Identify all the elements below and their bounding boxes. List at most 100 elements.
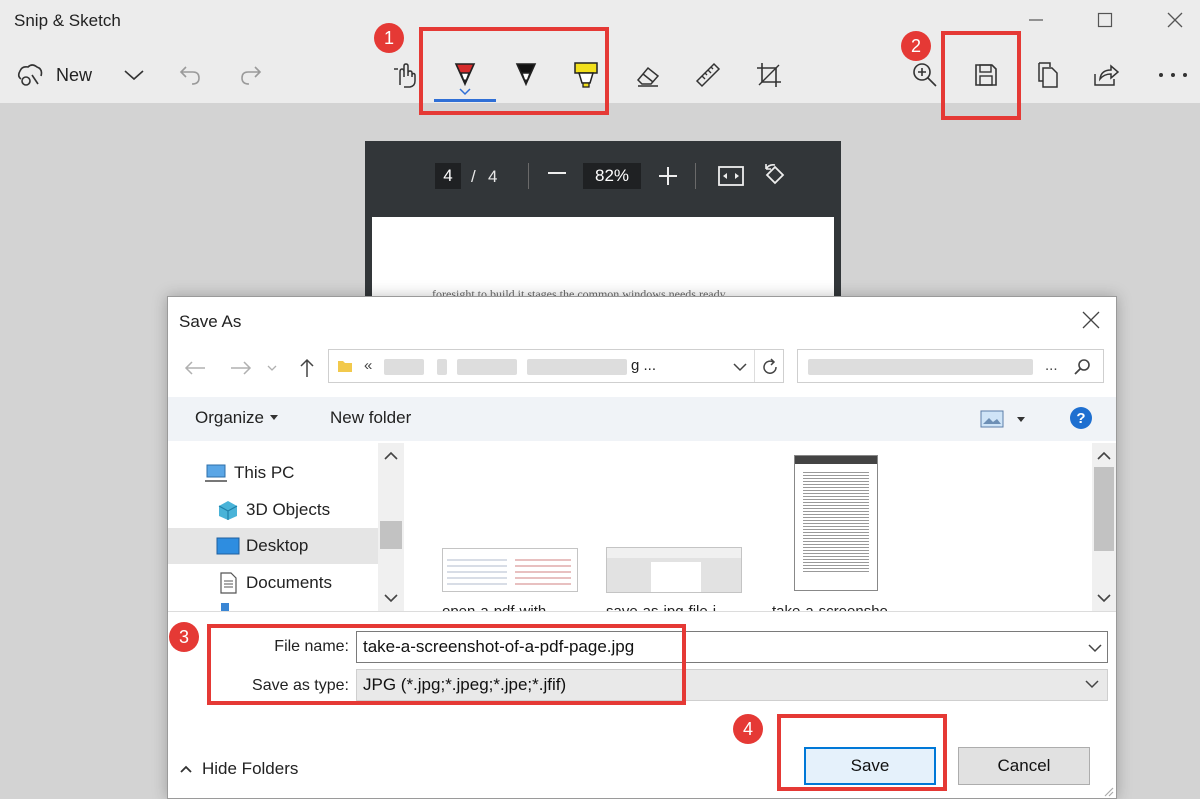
tree-item-label: Documents [246, 573, 332, 592]
partial-tree-item-icon [221, 603, 229, 611]
file-name[interactable]: take-a-screensho... [772, 603, 900, 611]
save-as-dialog: Save As « g ... ... Organize New folder … [167, 296, 1117, 799]
view-options-chevron-icon[interactable] [1017, 417, 1025, 423]
save-as-type-chevron-icon [1085, 680, 1099, 689]
new-snip-button[interactable]: New [16, 56, 96, 94]
thumb-content [651, 562, 701, 592]
minimize-icon[interactable] [1021, 6, 1051, 34]
forward-arrow-icon[interactable] [228, 355, 254, 381]
pdf-page-separator: / [471, 167, 476, 186]
step-badge-1: 1 [374, 23, 404, 53]
navigation-pane: This PC 3D Objects Desktop Documents [168, 443, 378, 611]
thumb-content [515, 555, 571, 585]
new-label: New [56, 64, 93, 85]
pdf-zoom-in-icon [659, 167, 677, 185]
eraser-icon[interactable] [630, 56, 666, 94]
tree-item-this-pc[interactable]: This PC [168, 455, 378, 491]
search-input[interactable]: ... [797, 349, 1104, 383]
crop-icon[interactable] [751, 56, 787, 94]
tree-item-label: 3D Objects [246, 500, 331, 519]
pdf-rotate-icon [765, 164, 785, 185]
address-dropdown-chevron-icon[interactable] [733, 362, 747, 372]
new-dropdown-chevron-icon[interactable] [116, 56, 152, 94]
scroll-up-arrow-icon[interactable] [1097, 451, 1111, 461]
file-name[interactable]: open-a-pdf-with... [442, 603, 559, 611]
documents-icon [220, 572, 237, 594]
file-list-scrollbar-thumb[interactable] [1094, 467, 1114, 551]
change-view-icon[interactable] [980, 410, 1004, 428]
touch-writing-icon[interactable] [387, 56, 423, 94]
computer-icon [205, 464, 227, 482]
file-list: open-a-pdf-with... save-as-jpg-file-i...… [408, 443, 1092, 611]
scroll-up-arrow-icon[interactable] [384, 451, 398, 461]
captured-pdf-viewer: 4 / 4 82% foresight to build it stages t… [365, 141, 841, 307]
copy-icon[interactable] [1029, 56, 1065, 94]
file-name[interactable]: save-as-jpg-file-i... [606, 603, 729, 611]
help-icon[interactable]: ? [1069, 406, 1093, 430]
address-tail: g ... [631, 357, 657, 374]
more-icon[interactable] [1155, 56, 1191, 94]
search-icon[interactable] [1074, 358, 1092, 376]
tree-item-3d-objects[interactable]: 3D Objects [168, 492, 378, 528]
search-tail: ... [1045, 357, 1058, 374]
tree-item-documents[interactable]: Documents [168, 565, 378, 601]
tree-item-desktop[interactable]: Desktop [168, 528, 378, 564]
maximize-icon[interactable] [1090, 6, 1120, 34]
navigation-scrollbar[interactable] [378, 443, 404, 611]
cancel-button[interactable]: Cancel [958, 747, 1090, 785]
scroll-down-arrow-icon[interactable] [1097, 593, 1111, 603]
share-icon[interactable] [1088, 56, 1124, 94]
recent-locations-chevron-icon[interactable] [264, 355, 280, 381]
redacted-search-text [808, 359, 1033, 375]
step-badge-4: 4 [733, 714, 763, 744]
new-folder-button[interactable]: New folder [330, 408, 411, 428]
pdf-zoom-out-icon [548, 172, 566, 174]
address-bar[interactable]: « g ... [328, 349, 784, 383]
file-thumbnail[interactable] [606, 547, 742, 593]
redacted-path [457, 359, 517, 375]
thumb-content [607, 548, 741, 558]
undo-icon[interactable] [172, 56, 208, 94]
redacted-path [384, 359, 424, 375]
ruler-icon[interactable] [690, 56, 726, 94]
resize-grip-icon[interactable] [1102, 785, 1114, 797]
chevron-up-icon [180, 765, 192, 773]
navigation-scrollbar-thumb[interactable] [380, 521, 402, 549]
highlight-drawing-tools [419, 27, 609, 115]
redo-icon[interactable] [233, 56, 269, 94]
svg-text:?: ? [1076, 410, 1085, 427]
tree-item-label: Desktop [246, 536, 309, 555]
file-name-dropdown-chevron-icon[interactable] [1088, 643, 1102, 653]
dialog-command-bar: Organize New folder ? [168, 397, 1116, 441]
hide-folders-button[interactable]: Hide Folders [180, 759, 298, 779]
thumb-content [803, 470, 869, 574]
file-list-scrollbar[interactable] [1092, 443, 1116, 611]
window-close-icon[interactable] [1160, 6, 1190, 34]
dialog-close-icon[interactable] [1080, 309, 1102, 331]
pdf-page-total: 4 [488, 167, 498, 186]
scroll-down-arrow-icon[interactable] [384, 593, 398, 603]
refresh-icon[interactable] [761, 358, 779, 376]
pane-divider [168, 611, 1116, 612]
desktop-icon [216, 537, 240, 555]
highlight-save-dialog-button [777, 714, 947, 791]
address-divider [754, 350, 755, 382]
organize-label: Organize [195, 408, 264, 427]
file-thumbnail[interactable] [794, 455, 878, 591]
file-thumbnail[interactable] [442, 548, 578, 592]
organize-chevron-icon [269, 415, 278, 420]
thumb-content [447, 555, 507, 585]
pdf-page: foresight to build it stages the common … [372, 217, 834, 307]
back-arrow-icon[interactable] [182, 355, 208, 381]
organize-button[interactable]: Organize [195, 408, 278, 428]
3d-objects-icon [218, 501, 238, 520]
dialog-title: Save As [179, 312, 242, 331]
pdf-fit-page-icon [718, 166, 744, 186]
address-prefix: « [364, 357, 373, 374]
highlight-save-button [941, 31, 1021, 120]
up-folder-arrow-icon[interactable] [294, 355, 320, 381]
pdf-zoom-level: 82% [583, 163, 641, 189]
zoom-icon[interactable] [907, 56, 943, 94]
step-badge-2: 2 [901, 31, 931, 61]
new-snip-icon [17, 64, 43, 86]
